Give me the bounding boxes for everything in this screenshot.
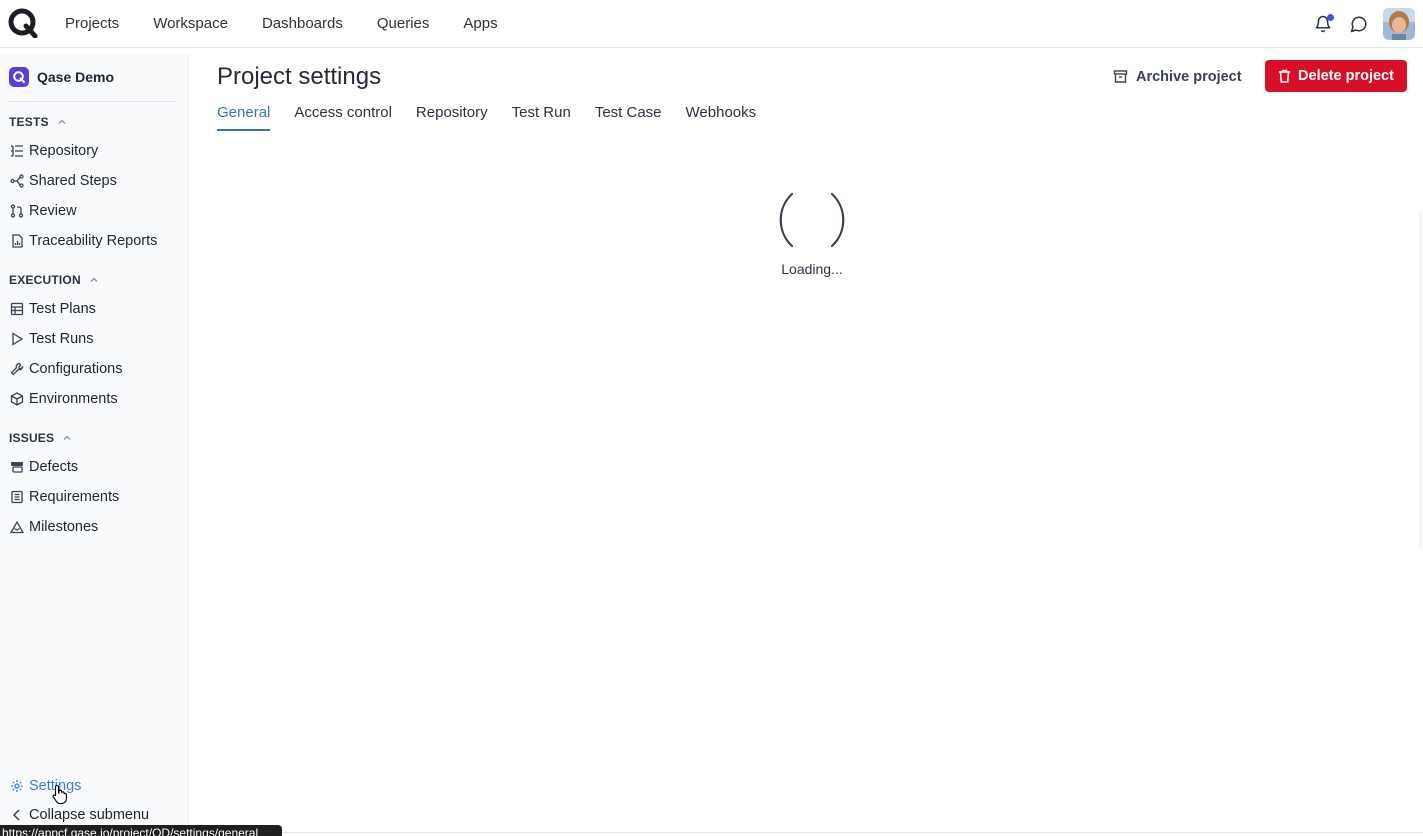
collapse-submenu-button[interactable]: Collapse submenu xyxy=(9,804,149,826)
gear-icon xyxy=(9,779,24,794)
qase-logo-icon[interactable] xyxy=(8,8,38,39)
sidebar-item-test-runs[interactable]: Test Runs xyxy=(9,328,93,350)
chat-icon xyxy=(1350,16,1367,33)
git-pull-request-icon xyxy=(9,204,24,219)
notification-dot xyxy=(1327,14,1334,21)
status-bar-url: https://appcf.qase.io/project/QD/setting… xyxy=(0,825,282,836)
sidebar-item-label: Environments xyxy=(29,391,118,407)
sidebar-item-label: Test Plans xyxy=(29,301,96,317)
nav-workspace[interactable]: Workspace xyxy=(136,15,245,32)
tab-general[interactable]: General xyxy=(217,104,271,131)
sidebar-item-label: Configurations xyxy=(29,361,123,377)
nav-dashboards[interactable]: Dashboards xyxy=(245,15,360,32)
sidebar-item-label: Defects xyxy=(29,459,79,475)
sidebar-item-environments[interactable]: Environments xyxy=(9,388,118,410)
chevron-up-icon xyxy=(90,277,98,282)
sidebar-item-repository[interactable]: Repository xyxy=(9,140,98,162)
sidebar-item-shared-steps[interactable]: Shared Steps xyxy=(9,170,117,192)
tab-webhooks[interactable]: Webhooks xyxy=(686,104,757,131)
section-title: TESTS xyxy=(9,115,49,129)
sidebar-item-label: Repository xyxy=(29,143,99,159)
section-title: ISSUES xyxy=(9,431,55,445)
sidebar-item-configurations[interactable]: Configurations xyxy=(9,358,123,380)
tab-access-control[interactable]: Access control xyxy=(294,104,392,131)
nav-queries[interactable]: Queries xyxy=(360,15,447,32)
delete-project-button[interactable]: Delete project xyxy=(1265,60,1407,92)
delete-project-label: Delete project xyxy=(1298,68,1394,84)
project-name: Qase Demo xyxy=(37,69,115,85)
sidebar-item-label: Milestones xyxy=(29,519,99,535)
sidebar-item-defects[interactable]: Defects xyxy=(9,456,78,478)
sidebar-item-label: Test Runs xyxy=(29,331,94,347)
top-navigation: Projects Workspace Dashboards Queries Ap… xyxy=(48,0,515,47)
archive-project-label: Archive project xyxy=(1136,68,1242,85)
tab-test-run[interactable]: Test Run xyxy=(512,104,571,131)
loading-spinner-icon xyxy=(775,190,849,250)
bug-icon xyxy=(9,460,24,475)
sidebar-item-settings[interactable]: Settings xyxy=(9,775,81,797)
sidebar-item-label: Collapse submenu xyxy=(29,807,150,823)
sidebar-item-test-plans[interactable]: Test Plans xyxy=(9,298,96,320)
tab-test-case[interactable]: Test Case xyxy=(595,104,662,131)
trash-icon xyxy=(1279,69,1291,83)
cube-icon xyxy=(9,392,24,407)
chevron-up-icon xyxy=(63,435,71,440)
divider xyxy=(282,832,1423,833)
play-icon xyxy=(9,332,24,347)
top-bar: Projects Workspace Dashboards Queries Ap… xyxy=(0,0,1423,48)
section-title: EXECUTION xyxy=(9,273,81,287)
section-execution-toggle[interactable]: EXECUTION xyxy=(9,273,99,287)
share-icon xyxy=(9,174,24,189)
section-tests-toggle[interactable]: TESTS xyxy=(9,115,67,129)
sidebar-item-review[interactable]: Review xyxy=(9,200,77,222)
project-logo-icon xyxy=(9,67,29,87)
sidebar-item-label: Requirements xyxy=(29,489,120,505)
list-tree-icon xyxy=(9,144,24,159)
chat-button[interactable] xyxy=(1341,6,1377,42)
archive-icon xyxy=(1113,70,1128,83)
sidebar-item-milestones[interactable]: Milestones xyxy=(9,516,98,538)
section-issues-toggle[interactable]: ISSUES xyxy=(9,431,72,445)
wrench-icon xyxy=(9,362,24,377)
sidebar-item-label: Traceability Reports xyxy=(29,233,158,249)
document-icon xyxy=(9,490,24,505)
chevron-left-icon xyxy=(9,808,24,823)
nav-projects[interactable]: Projects xyxy=(48,15,136,32)
settings-tabs: General Access control Repository Test R… xyxy=(217,104,780,131)
sidebar-item-label: Review xyxy=(29,203,77,219)
sidebar-item-requirements[interactable]: Requirements xyxy=(9,486,119,508)
chevron-up-icon xyxy=(58,119,66,124)
divider xyxy=(9,101,177,102)
tab-repository[interactable]: Repository xyxy=(416,104,488,131)
top-right-actions xyxy=(1305,6,1415,42)
table-icon xyxy=(9,302,24,317)
sidebar-item-label: Shared Steps xyxy=(29,173,117,189)
sidebar: Qase Demo TESTS Repository Shared Steps … xyxy=(0,54,189,836)
hand-cursor-icon xyxy=(52,784,68,805)
page-title: Project settings xyxy=(217,63,382,90)
loading-text: Loading... xyxy=(781,261,843,277)
sidebar-item-traceability-reports[interactable]: Traceability Reports xyxy=(9,230,157,252)
avatar[interactable] xyxy=(1383,8,1415,40)
nav-apps[interactable]: Apps xyxy=(446,15,514,32)
notifications-button[interactable] xyxy=(1305,6,1341,42)
mountain-icon xyxy=(9,520,24,535)
project-header[interactable]: Qase Demo xyxy=(9,67,114,87)
archive-project-button[interactable]: Archive project xyxy=(1105,61,1250,92)
file-chart-icon xyxy=(9,234,24,249)
